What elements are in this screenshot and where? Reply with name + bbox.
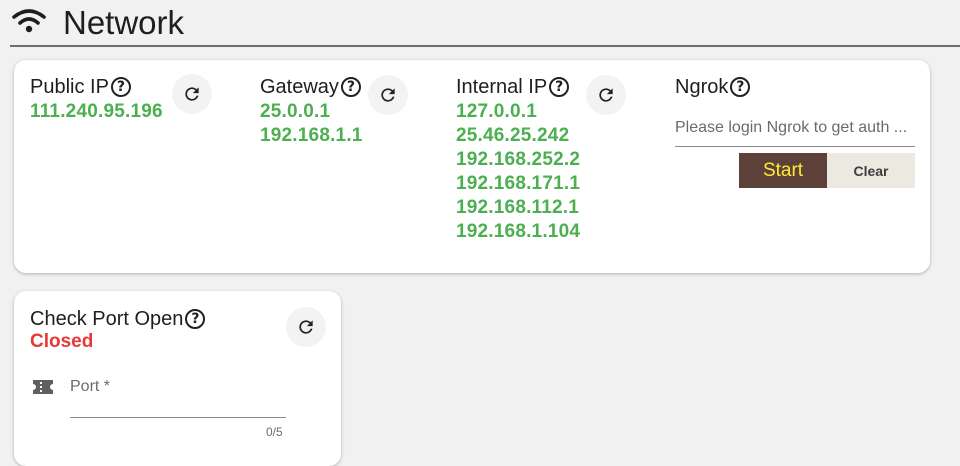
refresh-internal-ip-button[interactable] [586,75,626,115]
page-header: Network [10,0,960,47]
ngrok-label: Ngrok [675,76,729,98]
port-char-counter: 0/5 [266,425,283,439]
gateway-label: Gateway [260,76,339,98]
port-check-label: Check Port Open [30,308,184,330]
ngrok-start-button[interactable]: Start [739,153,827,188]
internal-ip-list: 127.0.0.1 25.46.25.242 192.168.252.2 192… [456,100,580,244]
help-icon[interactable]: ? [185,309,206,329]
internal-ip-heading: Internal IP? [456,75,570,99]
internal-ip-value: 192.168.252.2 [456,149,581,170]
refresh-icon [381,88,395,102]
gateway-value: 192.168.1.1 [260,125,363,146]
help-icon[interactable]: ? [110,77,131,97]
public-ip-label: Public IP [30,76,109,98]
help-icon[interactable]: ? [730,77,751,97]
port-check-card: Check Port Open? Closed Port * 0/5 [14,291,341,466]
ticket-icon [33,380,53,394]
refresh-gateway-button[interactable] [368,75,408,115]
port-check-heading: Check Port Open? [30,307,206,331]
ngrok-heading: Ngrok? [675,75,751,99]
ngrok-auth-input[interactable] [675,110,915,147]
ngrok-clear-button[interactable]: Clear [827,153,915,188]
refresh-icon [185,87,199,101]
page-title: Network [63,4,185,41]
internal-ip-value: 25.46.25.242 [456,125,570,146]
internal-ip-value: 192.168.1.104 [456,221,581,242]
public-ip-list: 111.240.95.196 [30,100,163,124]
gateway-list: 25.0.0.1 192.168.1.1 [260,100,363,148]
help-icon[interactable]: ? [549,77,570,97]
refresh-icon [599,88,613,102]
internal-ip-label: Internal IP [456,76,548,98]
port-input[interactable] [70,395,286,418]
internal-ip-value: 192.168.112.1 [456,197,580,218]
refresh-icon [299,320,313,334]
gateway-heading: Gateway? [260,75,361,99]
internal-ip-value: 192.168.171.1 [456,173,581,194]
refresh-port-button[interactable] [286,307,326,347]
help-icon[interactable]: ? [340,77,361,97]
network-card: Public IP? 111.240.95.196 Gateway? 25.0.… [14,60,930,273]
port-status: Closed [30,331,94,352]
public-ip-value: 111.240.95.196 [30,101,163,122]
refresh-public-ip-button[interactable] [172,74,212,114]
internal-ip-value: 127.0.0.1 [456,101,538,122]
port-field-label: Port * [70,378,111,395]
gateway-value: 25.0.0.1 [260,101,331,122]
wifi-icon [12,9,46,33]
public-ip-heading: Public IP? [30,75,131,99]
